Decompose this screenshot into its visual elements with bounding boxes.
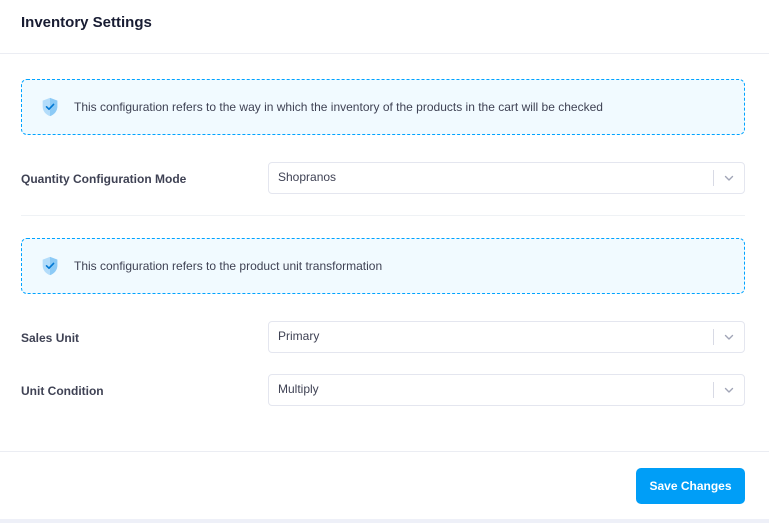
notice-unit-transformation: This configuration refers to the product… [21, 238, 745, 294]
page-title: Inventory Settings [21, 14, 152, 31]
notice-inventory-check: This configuration refers to the way in … [21, 79, 745, 135]
sales-unit-label: Sales Unit [21, 331, 80, 345]
sales-unit-row: Sales Unit Primary [21, 321, 745, 353]
shield-check-icon [39, 255, 61, 277]
inventory-settings-card: Inventory Settings This configuration re… [0, 0, 769, 523]
unit-condition-select[interactable]: Multiply [268, 374, 745, 406]
notice-text: This configuration refers to the product… [74, 259, 383, 273]
quantity-configuration-mode-label: Quantity Configuration Mode [21, 172, 187, 186]
select-separator [713, 170, 714, 186]
unit-condition-row: Unit Condition Multiply [21, 374, 745, 406]
quantity-configuration-mode-value: Shopranos [278, 169, 337, 184]
sales-unit-select[interactable]: Primary [268, 321, 745, 353]
shield-check-icon [39, 96, 61, 118]
quantity-configuration-mode-select[interactable]: Shopranos [268, 162, 745, 194]
card-header: Inventory Settings [0, 0, 769, 54]
quantity-configuration-mode-row: Quantity Configuration Mode Shopranos [21, 162, 745, 194]
unit-condition-value: Multiply [278, 381, 319, 396]
chevron-down-icon[interactable] [722, 171, 736, 185]
sales-unit-value: Primary [278, 328, 320, 343]
select-separator [713, 382, 714, 398]
bottom-strip [0, 519, 769, 523]
chevron-down-icon[interactable] [722, 383, 736, 397]
unit-condition-label: Unit Condition [21, 384, 104, 398]
select-separator [713, 329, 714, 345]
save-changes-button[interactable]: Save Changes [636, 468, 745, 504]
notice-text: This configuration refers to the way in … [74, 100, 603, 114]
chevron-down-icon[interactable] [722, 330, 736, 344]
card-body: This configuration refers to the way in … [0, 54, 769, 406]
card-footer: Save Changes [0, 451, 769, 523]
